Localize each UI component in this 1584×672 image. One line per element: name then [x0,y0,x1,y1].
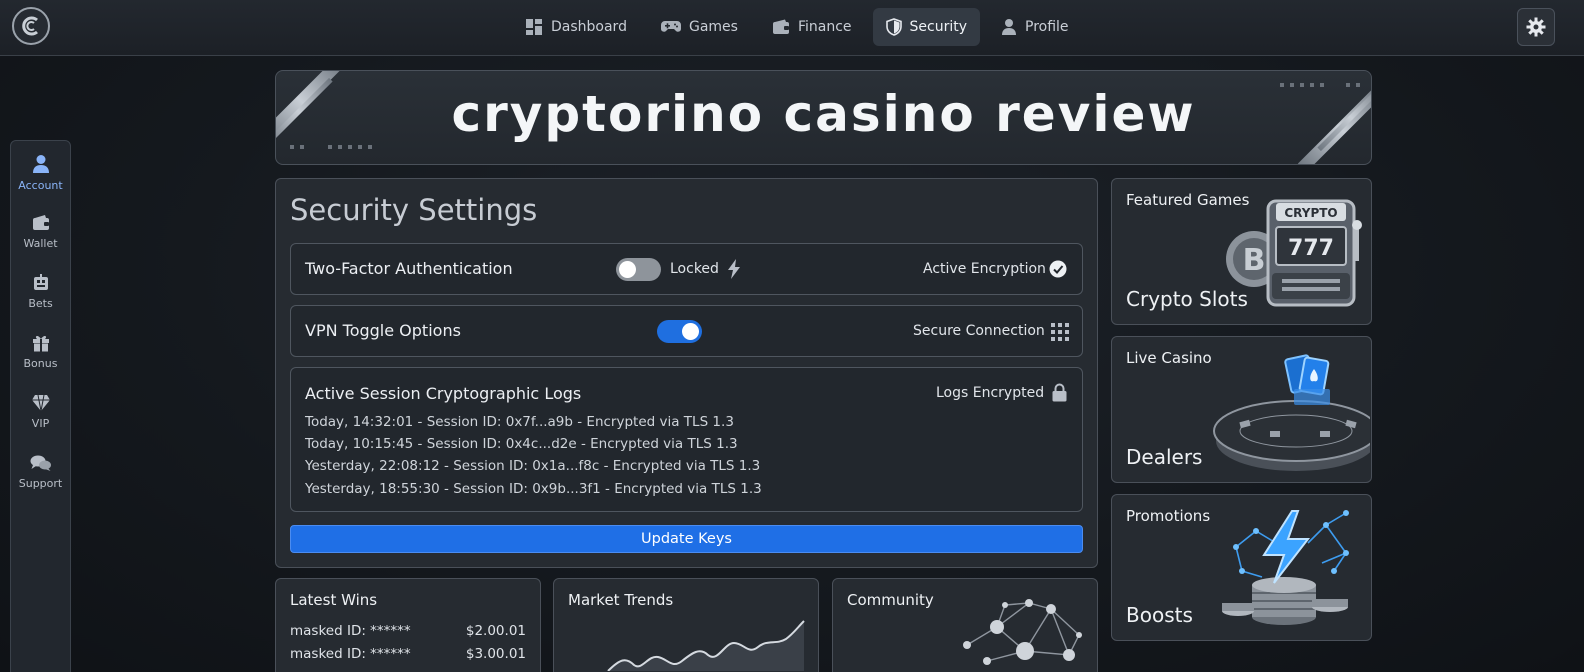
vpn-toggle[interactable] [657,320,702,343]
session-logs-box: Active Session Cryptographic Logs Logs E… [290,367,1083,512]
win-user: masked ID: ****** [290,646,411,662]
grid-dots-icon [1051,323,1069,341]
log-entry: Today, 10:15:45 - Session ID: 0x4c...d2e… [305,436,738,452]
banner-dots [290,145,372,149]
settings-button[interactable] [1517,8,1555,46]
left-sidebar: Account Wallet Bets Bonus VIP Support [10,140,71,672]
two-factor-label: Two-Factor Authentication [305,259,513,278]
diamond-icon [31,394,50,412]
win-amount: $3.00.01 [465,646,526,662]
vpn-label: VPN Toggle Options [305,321,461,340]
security-settings-panel: Security Settings Two-Factor Authenticat… [275,178,1098,568]
two-factor-toggle[interactable] [616,258,661,281]
live-casino-card[interactable]: Live Casino Dealers [1111,336,1372,483]
nav-label: Finance [797,19,852,35]
sidebar-item-account[interactable]: Account [11,151,70,203]
svg-text:B: B [1243,243,1266,278]
dashboard-icon [526,19,542,35]
lightning-icon [728,259,740,279]
list-item: masked ID: ****** $2.00.01 [290,623,526,639]
sidebar-item-wallet[interactable]: Wallet [11,211,70,263]
page-title: cryptorino casino review [451,85,1196,143]
toggle-knob [619,261,636,278]
nav-item-games[interactable]: Games [648,8,751,46]
logs-status: Logs Encrypted [936,385,1045,401]
gift-icon [32,335,49,352]
section-title: Security Settings [290,193,538,227]
featured-games-card[interactable]: Featured Games Crypto Slots B CRYPTO 777 [1111,178,1372,325]
nav-item-finance[interactable]: Finance [759,8,865,46]
sidebar-item-bonus[interactable]: Bonus [11,331,70,383]
sidebar-item-label: VIP [31,417,50,430]
casino-logo-icon[interactable] [12,7,50,45]
market-trends-card[interactable]: Market Trends [553,578,819,672]
promotions-card[interactable]: Promotions Boosts [1111,494,1372,641]
log-entry: Yesterday, 18:55:30 - Session ID: 0x9b..… [305,481,762,497]
nav-label: Profile [1025,19,1069,35]
log-entry: Today, 14:32:01 - Session ID: 0x7f...a9b… [305,414,734,430]
sidebar-item-label: Account [18,179,63,192]
card-title: Live Casino [1126,349,1212,367]
encryption-status: Active Encryption [923,261,1046,277]
list-item: masked ID: ****** $3.00.01 [290,646,526,662]
toggle-knob [682,323,699,340]
nav-item-dashboard[interactable]: Dashboard [512,8,640,46]
latest-wins-card: Latest Wins masked ID: ****** $2.00.01 m… [275,578,541,672]
nav-label: Dashboard [551,19,627,35]
nav-item-security[interactable]: Security [872,8,981,46]
trend-sparkline-icon [607,620,805,671]
gear-icon [1526,17,1546,37]
lightning-coins-icon [1222,510,1349,625]
win-amount: $2.00.01 [465,623,526,639]
hero-banner: cryptorino casino review [275,70,1372,165]
sidebar-item-label: Wallet [23,237,58,250]
card-title: Community [847,591,934,609]
card-title: Promotions [1126,507,1211,525]
community-card[interactable]: Community [832,578,1098,672]
wallet-icon [32,215,49,230]
nav-label: Games [688,19,738,35]
card-title: Market Trends [568,591,674,609]
sidebar-item-label: Bonus [23,357,58,370]
gamepad-icon [660,21,681,32]
network-graph-icon [963,599,1082,665]
log-entry: Yesterday, 22:08:12 - Session ID: 0x1a..… [305,458,761,474]
chat-icon [30,455,51,471]
robot-icon [33,274,48,290]
top-navbar: Dashboard Games Finance Security Profile [0,0,1584,56]
sidebar-item-support[interactable]: Support [11,451,70,503]
sidebar-item-vip[interactable]: VIP [11,391,70,443]
card-title: Latest Wins [290,591,378,609]
update-keys-button[interactable]: Update Keys [290,525,1083,553]
nav-label: Security [909,19,968,35]
card-name: Boosts [1126,603,1193,627]
main-nav: Dashboard Games Finance Security Profile [512,8,1082,46]
logs-title: Active Session Cryptographic Logs [305,384,582,403]
win-user: masked ID: ****** [290,623,411,639]
check-circle-icon [1049,260,1067,278]
nav-item-profile[interactable]: Profile [988,8,1082,46]
slot-sign: CRYPTO [1284,206,1337,220]
sidebar-item-label: Bets [28,297,53,310]
user-icon [32,155,49,173]
user-icon [1002,19,1017,35]
svg-text:777: 777 [1288,236,1334,261]
sidebar-item-label: Support [18,477,63,490]
slot-machine-icon: B CRYPTO 777 [1226,199,1362,307]
two-factor-state-label: Locked [670,261,719,277]
blackjack-table-icon [1213,354,1370,471]
lock-icon [1052,383,1067,402]
two-factor-row: Two-Factor Authentication Locked Active … [290,243,1083,295]
shield-icon [885,18,902,36]
vpn-row: VPN Toggle Options Secure Connection [290,305,1083,357]
sidebar-item-bets[interactable]: Bets [11,271,70,323]
wallet-icon [772,19,789,34]
connection-status: Secure Connection [913,323,1045,339]
card-name: Dealers [1126,445,1203,469]
